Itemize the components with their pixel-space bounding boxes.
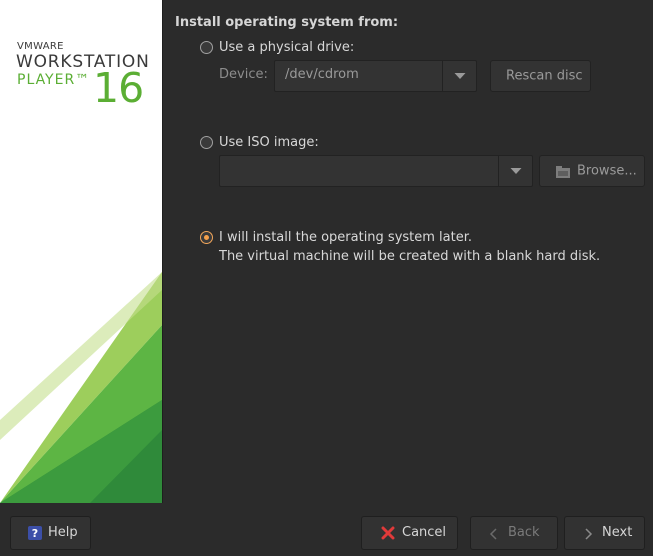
physical-drive-label[interactable]: Use a physical drive: [219,40,354,55]
device-label: Device: [219,67,268,82]
brand-panel: VMWARE WORKSTATION PLAYER™ 16 [0,0,162,503]
product-edition: PLAYER™ [17,72,91,88]
next-label: Next [602,525,633,540]
help-button[interactable]: ? Help [10,516,91,550]
back-button[interactable]: Back [470,516,558,550]
install-later-radio[interactable] [200,231,213,244]
physical-drive-radio[interactable] [200,41,213,54]
install-later-label[interactable]: I will install the operating system late… [219,230,472,245]
rescan-disc-label: Rescan disc [506,68,583,84]
chevron-down-icon [510,168,521,174]
chevron-right-icon [585,528,593,540]
cancel-label: Cancel [402,525,447,540]
iso-image-radio[interactable] [200,136,213,149]
help-icon: ? [28,526,42,540]
next-button[interactable]: Next [564,516,645,550]
rescan-disc-button[interactable]: Rescan disc [490,60,591,92]
svg-text:?: ? [32,527,38,540]
vmware-logo-text: VMWARE [17,41,64,52]
device-value: /dev/cdrom [285,67,359,82]
iso-image-label[interactable]: Use ISO image: [219,135,319,150]
chevron-left-icon [489,528,497,540]
iso-path-dropdown-button[interactable] [498,156,532,186]
cancel-button[interactable]: Cancel [361,516,458,550]
device-dropdown-button[interactable] [442,61,476,91]
iso-path-combobox[interactable] [219,155,533,187]
install-source-panel: Install operating system from: Use a phy… [162,0,653,503]
help-label: Help [48,525,78,540]
install-later-description: The virtual machine will be created with… [219,249,601,264]
section-title: Install operating system from: [175,15,399,30]
browse-label: Browse... [577,163,637,179]
chevron-down-icon [454,73,465,79]
device-dropdown[interactable]: /dev/cdrom [274,60,477,92]
browse-button[interactable]: Browse... [539,155,645,187]
folder-icon [556,166,570,178]
cancel-x-icon [381,526,395,540]
back-label: Back [508,525,540,540]
product-version: 16 [93,64,144,112]
